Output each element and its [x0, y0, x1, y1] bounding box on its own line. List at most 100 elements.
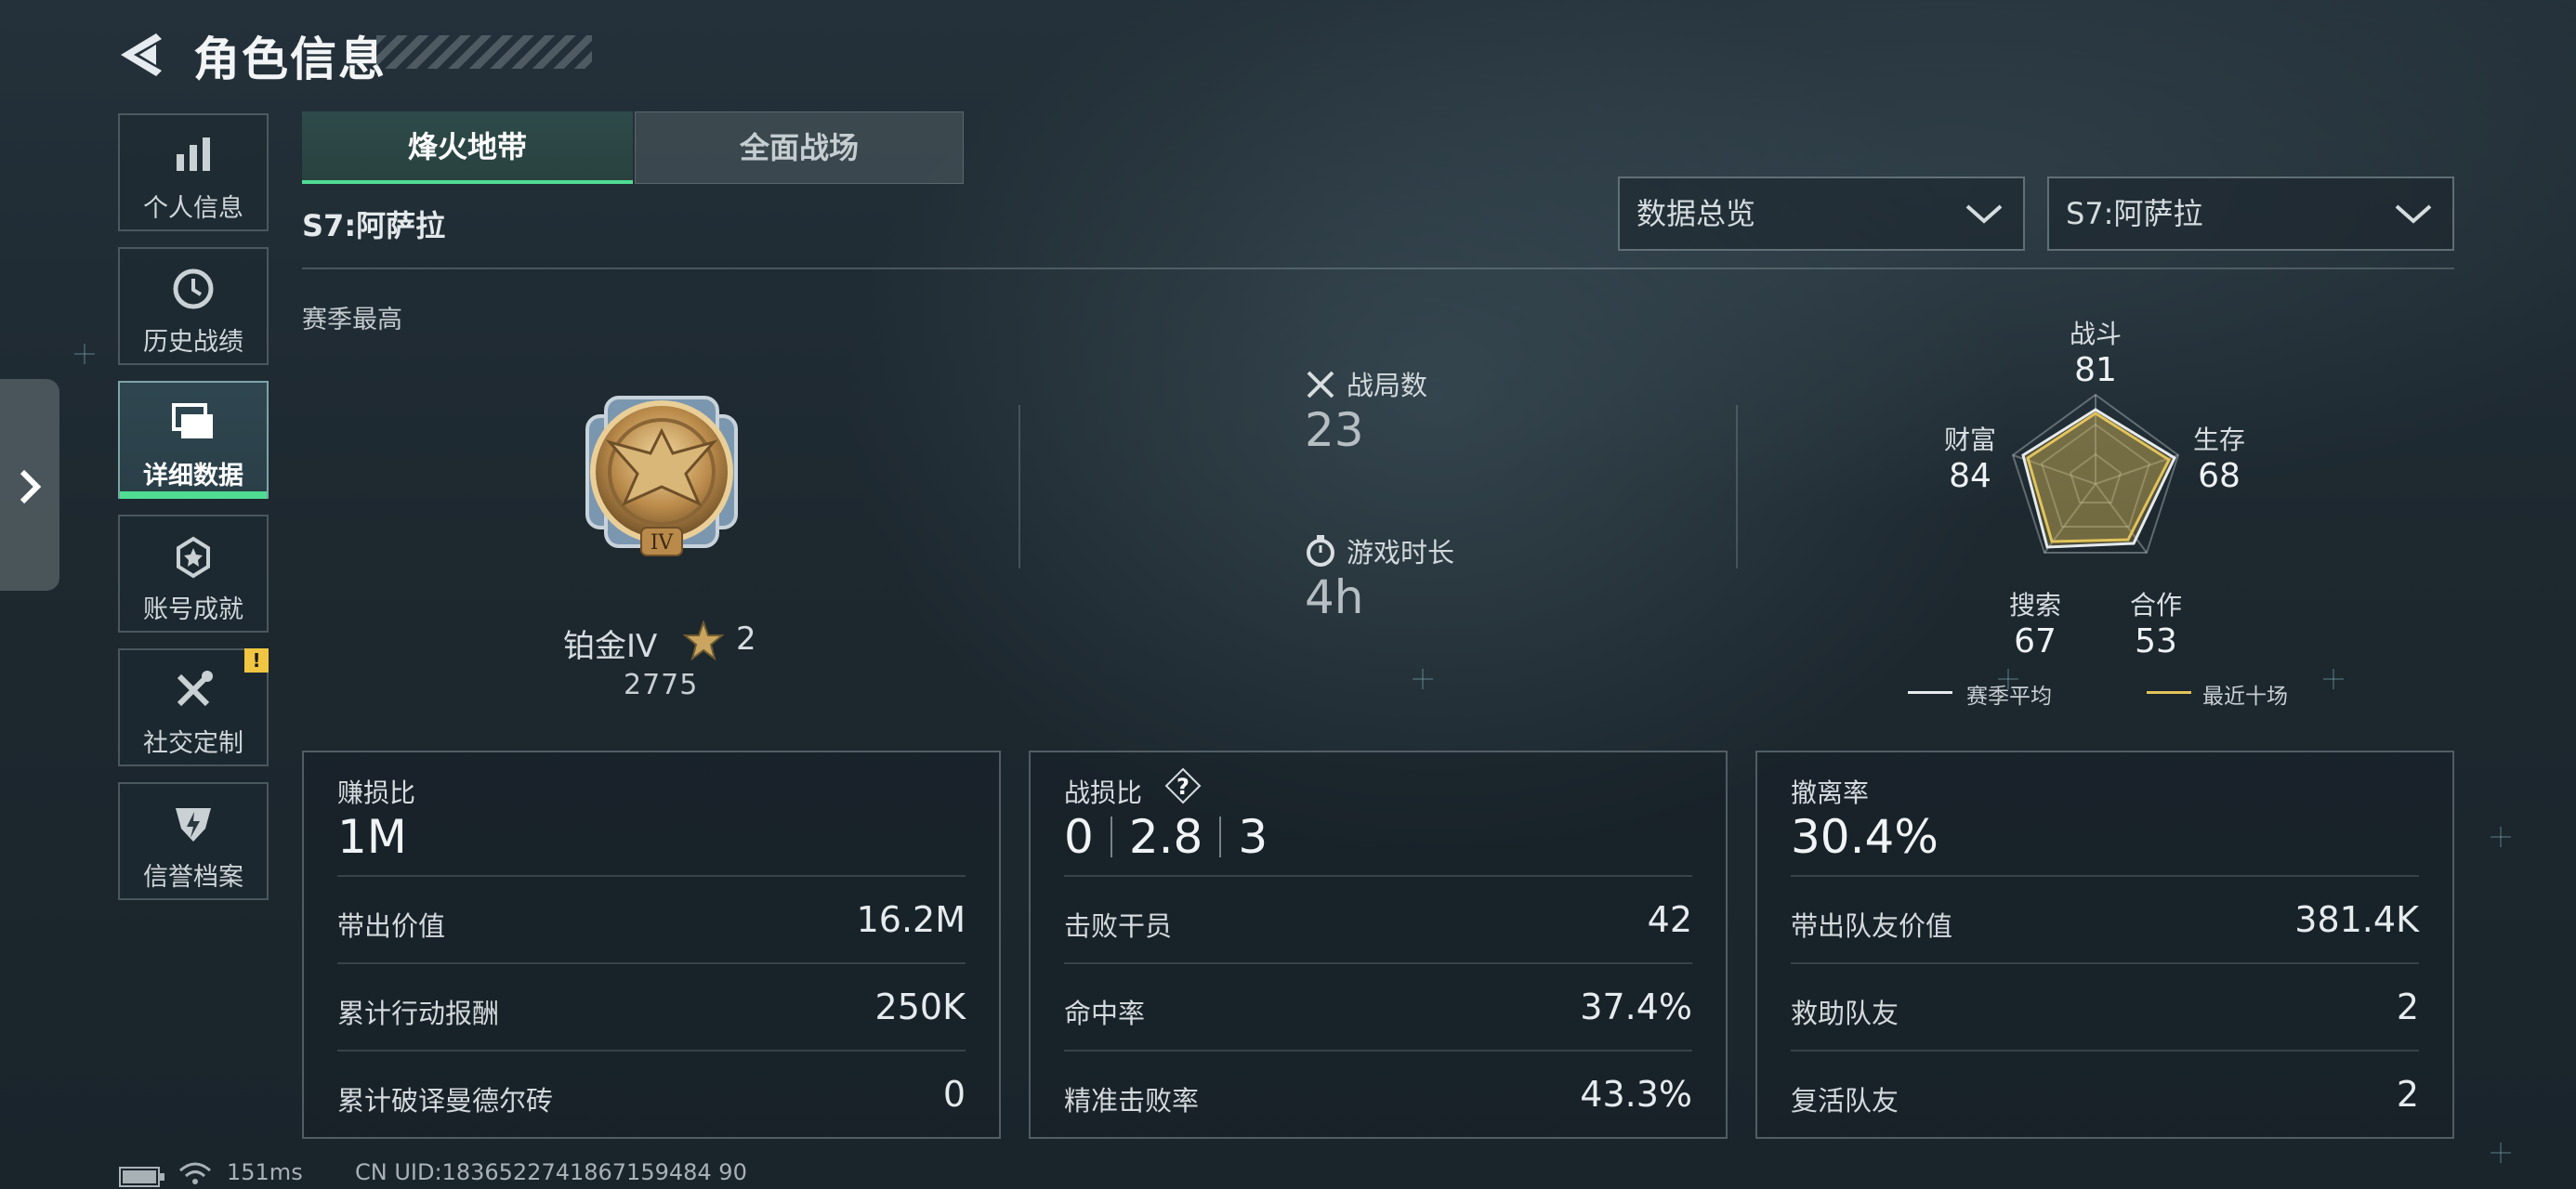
wifi-icon	[179, 1162, 211, 1184]
stat-label: 复活队友	[1791, 1085, 1899, 1117]
title-decoration	[376, 35, 592, 69]
stopwatch-icon	[1307, 535, 1334, 567]
kd-value: 0	[1064, 810, 1094, 864]
divider	[1736, 405, 1738, 568]
rank-points: 2775	[624, 669, 699, 701]
kd-value: 2.8	[1128, 810, 1203, 864]
help-icon[interactable]: ?	[1164, 767, 1202, 804]
sidebar-item-reputation[interactable]: 信誉档案	[118, 782, 269, 900]
radar-axis-value: 67	[2014, 622, 2057, 660]
stat-label: 带出队友价值	[1791, 910, 1953, 942]
battery-icon	[119, 1167, 164, 1187]
stat-row: 带出价值 16.2M	[337, 875, 966, 964]
stat-label: 救助队友	[1791, 998, 1899, 1029]
medal-icon	[177, 536, 210, 579]
rank-emblem-icon: IV	[585, 396, 738, 556]
stat-row: 累计行动报酬 250K	[337, 962, 966, 1052]
stat-row: 命中率 37.4%	[1064, 962, 1692, 1052]
tab-full-battlefield[interactable]: 全面战场	[635, 111, 964, 184]
extraction-card: 撤离率 30.4% 带出队友价值 381.4K 救助队友 2 复活队友 2	[1755, 751, 2454, 1139]
card-main-value: 1M	[337, 810, 407, 864]
sidebar-item-details[interactable]: 详细数据	[118, 381, 269, 499]
season-title: S7:阿萨拉	[302, 208, 446, 243]
stat-value: 381.4K	[2294, 899, 2419, 940]
sidebar-item-profile[interactable]: 个人信息	[118, 113, 269, 231]
stat-value: 43.3%	[1580, 1074, 1692, 1115]
svg-text:IV: IV	[651, 531, 675, 555]
rank-star-count: 2	[736, 621, 756, 658]
stat-value: 2	[2396, 1074, 2419, 1115]
combat-card: 战损比 ? 0 2.8 3 击败干员 42 命中率 37.4% 精准击败率 43…	[1029, 751, 1728, 1139]
playtime-label: 游戏时长	[1347, 537, 1455, 568]
user-uid: CN UID:1836522741867159484 90	[355, 1159, 747, 1185]
radar-axis-value: 84	[1949, 457, 1991, 495]
radar-axis-value: 53	[2135, 622, 2177, 660]
back-button[interactable]	[119, 32, 164, 78]
grid-mark	[2491, 1143, 2511, 1163]
back-arrow-icon	[121, 33, 162, 76]
grid-mark	[2323, 669, 2344, 689]
chevron-down-icon	[2395, 204, 2432, 224]
sidebar-item-history[interactable]: 历史战绩	[118, 247, 269, 365]
stat-label: 击败干员	[1064, 910, 1173, 942]
divider	[1019, 405, 1020, 568]
side-expand-tab[interactable]	[0, 379, 59, 591]
card-title: 赚损比	[337, 777, 416, 808]
tools-icon	[177, 671, 213, 707]
stat-value: 0	[942, 1074, 966, 1115]
radar-axis-label: 战斗	[2069, 319, 2122, 349]
stat-row: 带出队友价值 381.4K	[1791, 875, 2419, 964]
profit-card: 赚损比 1M 带出价值 16.2M 累计行动报酬 250K 累计破译曼德尔砖 0	[302, 751, 1001, 1139]
sidebar-item-label: 账号成就	[143, 595, 243, 624]
folders-icon	[172, 403, 213, 438]
tab-warzone[interactable]: 烽火地带	[302, 111, 633, 184]
card-title: 撤离率	[1791, 777, 1870, 808]
sidebar-item-label: 详细数据	[143, 462, 243, 490]
sidebar-item-achievements[interactable]: 账号成就	[118, 515, 269, 633]
matches-value: 23	[1305, 403, 1364, 457]
view-dropdown-value: 数据总览	[1636, 196, 1756, 231]
stat-value: 250K	[874, 986, 966, 1027]
stat-label: 累计行动报酬	[337, 998, 500, 1029]
sidebar-item-label: 历史战绩	[143, 328, 243, 357]
view-dropdown[interactable]: 数据总览	[1618, 176, 2025, 251]
card-title: 战损比	[1064, 777, 1143, 808]
stat-row: 复活队友 2	[1791, 1050, 2419, 1139]
legend-label: 最近十场	[2202, 685, 2288, 709]
legend-swatch-season-avg	[1908, 691, 1952, 694]
stat-row: 救助队友 2	[1791, 962, 2419, 1052]
kd-values: 0 2.8 3	[1064, 810, 1268, 864]
grid-mark	[1413, 669, 1433, 689]
season-dropdown-value: S7:阿萨拉	[2066, 196, 2203, 231]
card-main-value: 30.4%	[1791, 810, 1939, 864]
divider	[302, 268, 2454, 269]
sidebar-item-label: 信誉档案	[143, 863, 243, 892]
stat-value: 2	[2396, 986, 2419, 1027]
crossed-swords-icon	[1307, 371, 1334, 399]
page-title: 角色信息	[193, 33, 387, 86]
rank-name: 铂金IV	[563, 628, 658, 665]
stat-label: 带出价值	[337, 910, 446, 942]
kd-value: 3	[1238, 810, 1268, 864]
notification-badge: !	[244, 648, 269, 673]
kd-separator	[1110, 817, 1112, 857]
stat-value: 42	[1647, 899, 1692, 940]
stat-label: 命中率	[1064, 998, 1146, 1029]
stat-row: 击败干员 42	[1064, 875, 1692, 964]
shield-bolt-icon	[176, 808, 211, 842]
radar-axis-label: 搜索	[2008, 590, 2061, 621]
radar-axis-value: 68	[2198, 457, 2241, 495]
stat-row: 累计破译曼德尔砖 0	[337, 1050, 966, 1139]
season-best-label: 赛季最高	[302, 306, 402, 334]
radar-axis-label: 合作	[2129, 590, 2182, 621]
kd-separator	[1219, 817, 1222, 857]
bar-chart-icon	[177, 137, 210, 171]
ping-value: 151ms	[227, 1159, 303, 1185]
chevron-right-icon	[20, 469, 42, 504]
sidebar-item-social[interactable]: 社交定制 !	[118, 648, 269, 766]
season-dropdown[interactable]: S7:阿萨拉	[2047, 176, 2454, 251]
matches-label: 战局数	[1347, 370, 1428, 401]
sidebar-item-label: 社交定制	[143, 729, 243, 758]
legend-swatch-recent	[2147, 691, 2191, 694]
history-icon	[173, 268, 214, 309]
